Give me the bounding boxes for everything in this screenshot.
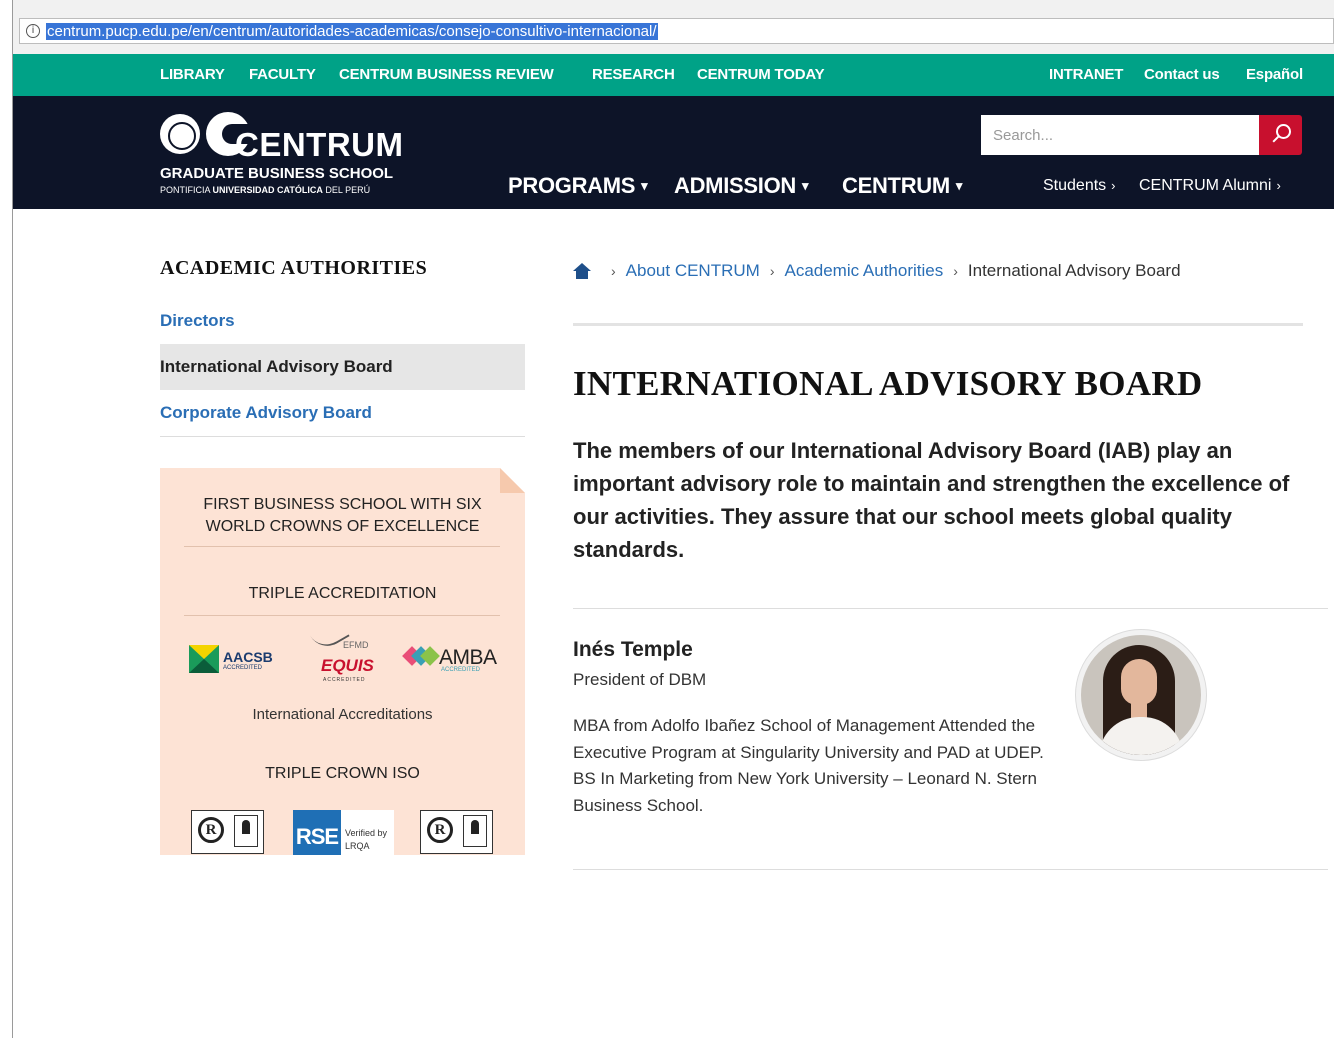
rse-verified-label: Verified by [345, 828, 388, 838]
link-students[interactable]: Students › [1043, 177, 1116, 195]
link-centrum-alumni[interactable]: CENTRUM Alumni › [1139, 177, 1281, 195]
aacsb-logo-icon [189, 645, 219, 673]
sidebar-item-directors[interactable]: Directors [160, 298, 525, 344]
amba-logo-icon [402, 645, 440, 667]
rse-badge: RSE Verified by LRQA [293, 810, 394, 855]
iso-badge-icon: R [420, 810, 493, 854]
iso-badge-icon: R [191, 810, 264, 854]
toplink-intranet[interactable]: INTRANET [1049, 66, 1123, 83]
amba-sub-label: ACCREDITED [441, 667, 481, 673]
content-divider [573, 608, 1328, 609]
toplink-research[interactable]: RESEARCH [592, 66, 675, 83]
caret-down-icon: ▾ [641, 178, 648, 193]
breadcrumb-current: International Advisory Board [967, 261, 1181, 280]
breadcrumb-academic-authorities[interactable]: Academic Authorities [784, 261, 943, 281]
rse-lrqa-label: LRQA [345, 841, 370, 851]
info-icon[interactable]: i [26, 24, 40, 38]
rse-label: RSE [293, 810, 341, 855]
ukas-crown-icon [234, 815, 258, 847]
promo-caption: International Accreditations [252, 706, 433, 723]
member-role: President of DBM [573, 670, 707, 689]
promo-headline: FIRST BUSINESS SCHOOL WITH SIX WORLD CRO… [203, 496, 482, 535]
address-bar: i centrum.pucp.edu.pe/en/centrum/autorid… [13, 0, 1334, 54]
promo-divider [184, 615, 500, 616]
toplink-centrum-today[interactable]: CENTRUM TODAY [697, 66, 825, 83]
aacsb-sub-label: ACCREDITED [223, 665, 263, 671]
breadcrumb-about-centrum[interactable]: About CENTRUM [626, 261, 760, 281]
breadcrumb-separator: › [611, 263, 616, 279]
logo-subtitle: GRADUATE BUSINESS SCHOOL [160, 165, 394, 182]
equis-sub-label: ACCREDITED [323, 677, 366, 683]
toplink-contact-us[interactable]: Contact us [1144, 66, 1220, 83]
promo-section-triple-accreditation: TRIPLE ACCREDITATION [248, 585, 437, 602]
breadcrumb-separator: › [953, 263, 958, 279]
search-icon[interactable] [1259, 115, 1302, 155]
member-bio: MBA from Adolfo Ibañez School of Managem… [573, 716, 1044, 815]
logo-university: PONTIFICIA UNIVERSIDAD CATÓLICA DEL PERÚ [160, 185, 371, 195]
toplink-library[interactable]: LIBRARY [160, 66, 225, 83]
sidebar-divider [160, 436, 525, 437]
nav-centrum[interactable]: CENTRUM ▾ [842, 173, 962, 199]
caret-down-icon: ▾ [955, 178, 963, 193]
page-title: INTERNATIONAL ADVISORY BOARD [573, 364, 1203, 403]
toplink-espanol[interactable]: Español [1246, 66, 1303, 83]
intro-paragraph: The members of our International Advisor… [573, 438, 1290, 562]
chevron-right-icon: › [1276, 178, 1281, 193]
breadcrumb: › About CENTRUM › Academic Authorities ›… [573, 260, 1181, 282]
sidebar-title: ACADEMIC AUTHORITIES [160, 257, 428, 279]
window-left-edge [0, 0, 13, 1038]
search-input[interactable] [981, 115, 1259, 155]
chevron-right-icon: › [1111, 178, 1116, 193]
breadcrumb-separator: › [769, 263, 775, 279]
pucp-seal-icon [160, 114, 200, 154]
sidebar-item-corporate-advisory-board[interactable]: Corporate Advisory Board [160, 390, 525, 436]
efmd-label: EFMD [343, 640, 369, 650]
ukas-crown-icon [463, 815, 487, 847]
toplink-faculty[interactable]: FACULTY [249, 66, 316, 83]
utility-bar: LIBRARY FACULTY CENTRUM BUSINESS REVIEW … [13, 54, 1334, 96]
promo-divider [184, 546, 500, 547]
caret-down-icon: ▾ [801, 178, 809, 193]
url-field[interactable]: i centrum.pucp.edu.pe/en/centrum/autorid… [19, 18, 1334, 44]
nav-admission[interactable]: ADMISSION ▾ [674, 173, 809, 199]
site-header: CENTRUM GRADUATE BUSINESS SCHOOL PONTIFI… [13, 96, 1334, 209]
promo-section-triple-crown-iso: TRIPLE CROWN ISO [265, 765, 420, 782]
nav-programs[interactable]: PROGRAMS ▾ [508, 173, 648, 199]
content-divider [573, 869, 1328, 870]
accreditation-promo[interactable]: FIRST BUSINESS SCHOOL WITH SIX WORLD CRO… [160, 468, 525, 855]
url-text[interactable]: centrum.pucp.edu.pe/en/centrum/autoridad… [46, 22, 658, 40]
page-fold-icon [500, 468, 525, 493]
aacsb-label: AACSB [223, 649, 273, 665]
toplink-centrum-business-review[interactable]: CENTRUM BUSINESS REVIEW [339, 66, 554, 83]
browser-page: i centrum.pucp.edu.pe/en/centrum/autorid… [13, 0, 1334, 1038]
sidebar-item-international-advisory-board[interactable]: International Advisory Board [160, 344, 525, 390]
home-icon[interactable] [573, 263, 591, 279]
content-divider [573, 323, 1303, 326]
avatar [1075, 629, 1207, 761]
member-name: Inés Temple [573, 638, 693, 661]
equis-label: EQUIS [321, 656, 374, 675]
logo-wordmark: CENTRUM [235, 126, 404, 163]
